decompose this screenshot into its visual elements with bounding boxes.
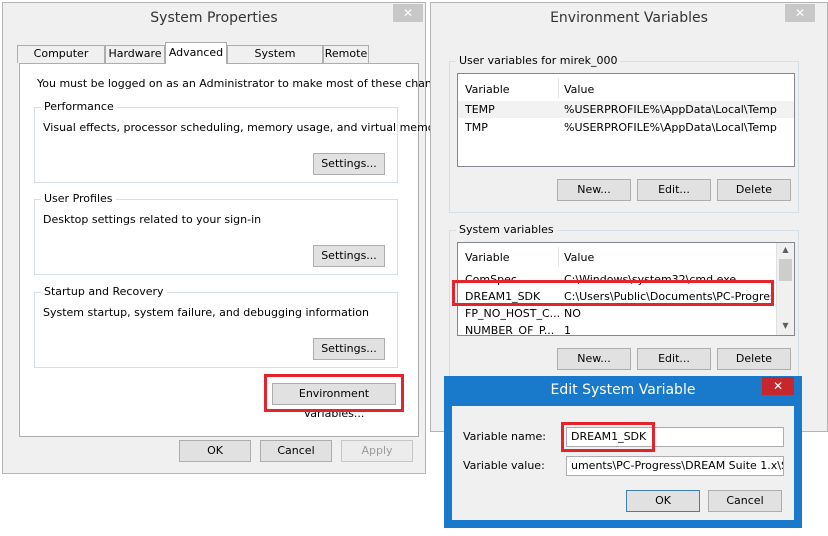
system-delete-button[interactable]: Delete xyxy=(717,348,791,370)
list-header: Variable Value xyxy=(458,81,794,98)
variable-name-field[interactable]: DREAM1_SDK xyxy=(566,427,784,447)
system-variables-list[interactable]: Variable Value ComSpec C:\Windows\system… xyxy=(457,242,795,336)
column-variable: Variable xyxy=(465,251,510,264)
system-properties-titlebar[interactable]: System Properties ✕ xyxy=(3,3,425,33)
scrollbar[interactable]: ▲ ▼ xyxy=(776,243,794,335)
table-row[interactable]: TEMP %USERPROFILE%\AppData\Local\Temp xyxy=(458,101,794,118)
cancel-button[interactable]: Cancel xyxy=(260,440,332,462)
close-icon[interactable]: ✕ xyxy=(393,4,423,22)
user-edit-button[interactable]: Edit... xyxy=(637,179,711,201)
startup-recovery-group: Startup and Recovery System startup, sys… xyxy=(34,285,398,368)
environment-variables-window: Environment Variables ✕ User variables f… xyxy=(430,2,828,432)
table-row[interactable]: TMP %USERPROFILE%\AppData\Local\Temp xyxy=(458,119,794,136)
column-divider xyxy=(558,78,559,98)
system-properties-window: System Properties ✕ Computer Name Hardwa… xyxy=(2,2,455,474)
performance-settings-button[interactable]: Settings... xyxy=(313,153,385,175)
edit-system-variable-dialog: Edit System Variable ✕ Variable name: DR… xyxy=(444,376,802,528)
startup-recovery-label: Startup and Recovery xyxy=(41,285,167,298)
user-variables-list[interactable]: Variable Value TEMP %USERPROFILE%\AppDat… xyxy=(457,73,795,167)
system-variables-label: System variables xyxy=(456,223,557,236)
column-variable: Variable xyxy=(465,83,510,96)
cancel-button[interactable]: Cancel xyxy=(708,490,782,512)
column-value: Value xyxy=(564,83,595,96)
scroll-down-icon[interactable]: ▼ xyxy=(777,321,794,333)
variable-value-label: Variable value: xyxy=(463,459,545,472)
advanced-tab-panel: You must be logged on as an Administrato… xyxy=(19,63,455,437)
system-new-button[interactable]: New... xyxy=(557,348,631,370)
user-profiles-settings-button[interactable]: Settings... xyxy=(313,245,385,267)
tab-system-protection[interactable]: System Protection xyxy=(227,45,323,76)
environment-variables-button[interactable]: Environment Variables... xyxy=(272,383,396,420)
list-header: Variable Value xyxy=(458,249,794,266)
ok-button[interactable]: OK xyxy=(626,490,700,512)
edit-dialog-body: Variable name: DREAM1_SDK Variable value… xyxy=(452,406,794,520)
close-icon[interactable]: ✕ xyxy=(785,4,815,22)
window-title: System Properties xyxy=(150,10,278,26)
user-variables-label: User variables for mirek_000 xyxy=(456,54,621,67)
user-profiles-group: User Profiles Desktop settings related t… xyxy=(34,192,398,275)
admin-note: You must be logged on as an Administrato… xyxy=(37,77,455,90)
user-new-button[interactable]: New... xyxy=(557,179,631,201)
table-row[interactable]: FP_NO_HOST_C... NO xyxy=(458,305,776,322)
tab-hardware[interactable]: Hardware xyxy=(105,45,165,63)
user-profiles-description: Desktop settings related to your sign-in xyxy=(43,213,262,226)
performance-group: Performance Visual effects, processor sc… xyxy=(34,100,446,183)
variable-value-field[interactable]: uments\PC-Progress\DREAM Suite 1.x\SDK xyxy=(566,456,784,476)
tab-remote[interactable]: Remote xyxy=(323,45,369,63)
startup-recovery-description: System startup, system failure, and debu… xyxy=(43,306,369,319)
table-row[interactable]: DREAM1_SDK C:\Users\Public\Documents\PC-… xyxy=(458,288,776,305)
startup-recovery-settings-button[interactable]: Settings... xyxy=(313,338,385,360)
user-profiles-label: User Profiles xyxy=(41,192,116,205)
system-edit-button[interactable]: Edit... xyxy=(637,348,711,370)
variable-name-label: Variable name: xyxy=(463,430,546,443)
column-divider xyxy=(558,247,559,267)
column-value: Value xyxy=(564,251,595,264)
apply-button[interactable]: Apply xyxy=(341,440,413,462)
performance-label: Performance xyxy=(41,100,117,113)
tab-computer-name[interactable]: Computer Name xyxy=(17,45,105,76)
close-icon[interactable]: ✕ xyxy=(762,377,794,395)
scroll-thumb[interactable] xyxy=(779,259,792,281)
ok-button[interactable]: OK xyxy=(179,440,251,462)
user-delete-button[interactable]: Delete xyxy=(717,179,791,201)
edit-dialog-titlebar[interactable]: Edit System Variable ✕ xyxy=(444,376,802,404)
scroll-up-icon[interactable]: ▲ xyxy=(777,245,794,257)
environment-variables-titlebar[interactable]: Environment Variables ✕ xyxy=(431,3,827,33)
window-title: Edit System Variable xyxy=(550,382,696,398)
tab-advanced[interactable]: Advanced xyxy=(165,42,227,64)
performance-description: Visual effects, processor scheduling, me… xyxy=(43,121,446,134)
table-row[interactable]: NUMBER_OF_P... 1 xyxy=(458,322,776,335)
window-title: Environment Variables xyxy=(550,10,708,26)
table-row[interactable]: ComSpec C:\Windows\system32\cmd.exe xyxy=(458,271,776,288)
